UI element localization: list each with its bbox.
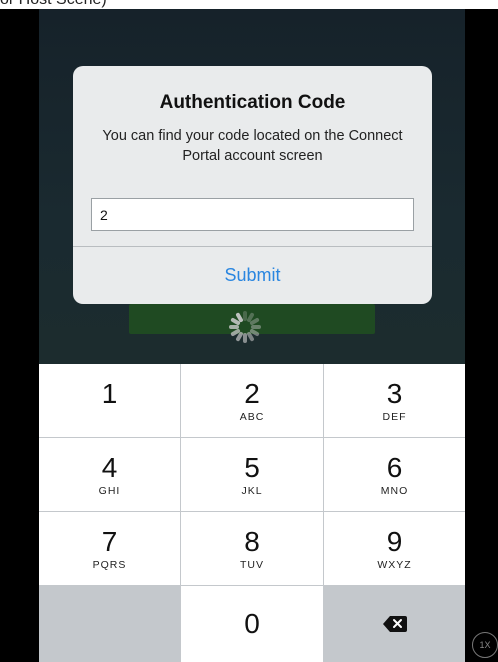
- authentication-code-input[interactable]: [91, 198, 414, 231]
- submit-button[interactable]: Submit: [73, 247, 432, 304]
- key-digit: 1: [101, 377, 118, 409]
- key-letters: DEF: [382, 410, 407, 423]
- key-digit: 7: [101, 525, 118, 557]
- spinner-spoke: [243, 333, 247, 343]
- key-letters: TUV: [240, 558, 264, 571]
- dialog-message: You can find your code located on the Co…: [102, 128, 403, 164]
- loading-spinner-icon: [227, 309, 263, 345]
- page-caption: or Host Scene): [0, 0, 498, 9]
- key-digit: 8: [244, 525, 260, 557]
- key-9[interactable]: 9 WXYZ: [324, 512, 465, 585]
- key-blank: [39, 586, 180, 662]
- key-digit: 6: [386, 451, 403, 483]
- key-letters: ABC: [239, 410, 265, 423]
- authentication-dialog: Authentication Code You can find your co…: [73, 66, 432, 304]
- zoom-badge[interactable]: 1X: [472, 632, 498, 658]
- phone-screen: Authentication Code You can find your co…: [39, 9, 465, 662]
- spinner-spoke: [229, 325, 239, 329]
- key-letters: WXYZ: [377, 558, 412, 571]
- key-0[interactable]: 0: [181, 586, 323, 662]
- key-4[interactable]: 4 GHI: [39, 438, 180, 511]
- key-1[interactable]: 1: [39, 364, 180, 437]
- backspace-icon: [382, 616, 407, 632]
- key-digit: 0: [244, 608, 260, 639]
- dialog-title: Authentication Code: [159, 92, 346, 113]
- key-digit: 9: [386, 525, 403, 557]
- key-letters: JKL: [241, 484, 263, 497]
- key-2[interactable]: 2 ABC: [181, 364, 323, 437]
- key-digit: 4: [101, 451, 118, 483]
- key-digit: 5: [244, 451, 260, 483]
- key-letters: PQRS: [92, 558, 127, 571]
- backspace-key[interactable]: [324, 586, 465, 662]
- key-5[interactable]: 5 JKL: [181, 438, 323, 511]
- key-digit: 3: [386, 377, 403, 409]
- numeric-keypad: 1 2 ABC 3 DEF 4 GHI 5 JKL 6 MNO 7 PQRS 8…: [39, 364, 465, 662]
- key-digit: 2: [244, 377, 260, 409]
- key-8[interactable]: 8 TUV: [181, 512, 323, 585]
- key-6[interactable]: 6 MNO: [324, 438, 465, 511]
- key-3[interactable]: 3 DEF: [324, 364, 465, 437]
- key-letters: MNO: [380, 484, 409, 497]
- key-letters: GHI: [98, 484, 121, 497]
- key-7[interactable]: 7 PQRS: [39, 512, 180, 585]
